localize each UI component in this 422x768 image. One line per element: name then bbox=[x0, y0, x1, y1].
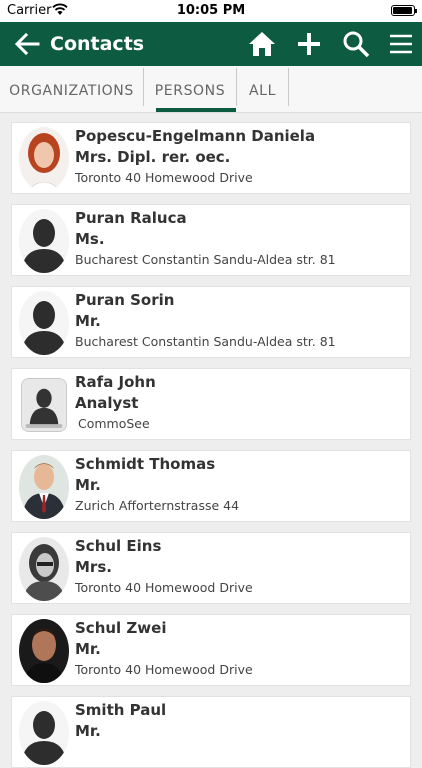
avatar bbox=[19, 455, 69, 519]
contact-name: Schmidt Thomas bbox=[75, 455, 216, 473]
contact-salutation: Ms. bbox=[75, 230, 105, 248]
contact-name: Popescu-Engelmann Daniela bbox=[75, 127, 316, 145]
contact-salutation: Mr. bbox=[75, 476, 101, 494]
tab-all[interactable]: ALL bbox=[237, 66, 288, 112]
tab-divider bbox=[288, 68, 289, 106]
contact-card[interactable]: Schul Eins Mrs. Toronto 40 Homewood Driv… bbox=[11, 532, 411, 604]
contact-salutation: Analyst bbox=[75, 394, 139, 412]
contact-address: Toronto 40 Homewood Drive bbox=[75, 580, 253, 595]
contact-salutation: Mrs. bbox=[75, 558, 112, 576]
contact-salutation: Mr. bbox=[75, 640, 101, 658]
page-title: Contacts bbox=[50, 33, 145, 55]
avatar-photo bbox=[19, 127, 69, 191]
silhouette-icon bbox=[19, 291, 69, 355]
battery-icon bbox=[391, 5, 417, 16]
contact-card[interactable]: Schmidt Thomas Mr. Zurich Afforternstras… bbox=[11, 450, 411, 522]
contact-name: Schul Eins bbox=[75, 537, 162, 555]
contact-salutation: Mr. bbox=[75, 312, 101, 330]
contact-name: Rafa John bbox=[75, 373, 156, 391]
contact-name: Smith Paul bbox=[75, 701, 167, 719]
contact-address: Bucharest Constantin Sandu-Aldea str. 81 bbox=[75, 334, 336, 349]
silhouette-icon bbox=[19, 701, 69, 765]
avatar-photo bbox=[19, 619, 69, 683]
menu-icon[interactable] bbox=[387, 30, 415, 58]
avatar bbox=[19, 209, 69, 273]
contact-card-icon bbox=[22, 379, 66, 431]
contact-card[interactable]: Smith Paul Mr. bbox=[11, 696, 411, 768]
plus-icon[interactable] bbox=[295, 30, 323, 58]
contact-name: Puran Sorin bbox=[75, 291, 175, 309]
avatar bbox=[19, 291, 69, 355]
avatar bbox=[19, 537, 69, 601]
avatar bbox=[21, 378, 67, 432]
avatar-photo bbox=[19, 455, 69, 519]
contact-card[interactable]: Schul Zwei Mr. Toronto 40 Homewood Drive bbox=[11, 614, 411, 686]
tab-organizations[interactable]: ORGANIZATIONS bbox=[0, 66, 143, 112]
avatar-photo bbox=[19, 537, 69, 601]
nav-bar: Contacts bbox=[0, 22, 422, 66]
contact-card[interactable]: Puran Raluca Ms. Bucharest Constantin Sa… bbox=[11, 204, 411, 276]
contact-name: Puran Raluca bbox=[75, 209, 187, 227]
contact-card[interactable]: Puran Sorin Mr. Bucharest Constantin San… bbox=[11, 286, 411, 358]
home-icon[interactable] bbox=[248, 30, 276, 58]
contact-salutation: Mrs. Dipl. rer. oec. bbox=[75, 148, 231, 166]
avatar bbox=[19, 619, 69, 683]
contact-card[interactable]: Popescu-Engelmann Daniela Mrs. Dipl. rer… bbox=[11, 122, 411, 194]
tab-persons[interactable]: PERSONS bbox=[144, 66, 236, 112]
avatar bbox=[19, 127, 69, 191]
contact-address: Zurich Afforternstrasse 44 bbox=[75, 498, 240, 513]
back-arrow-icon[interactable] bbox=[14, 32, 40, 56]
tab-bar: ORGANIZATIONS PERSONS ALL bbox=[0, 66, 422, 113]
contact-address: Toronto 40 Homewood Drive bbox=[75, 170, 253, 185]
contact-salutation: Mr. bbox=[75, 722, 101, 740]
search-icon[interactable] bbox=[342, 30, 370, 58]
contact-name: Schul Zwei bbox=[75, 619, 167, 637]
contact-card[interactable]: Rafa John Analyst CommoSee bbox=[11, 368, 411, 440]
status-bar: Carrier 10:05 PM bbox=[0, 0, 422, 22]
contact-address: Toronto 40 Homewood Drive bbox=[75, 662, 253, 677]
silhouette-icon bbox=[19, 209, 69, 273]
contact-address: CommoSee bbox=[78, 416, 150, 431]
contact-address: Bucharest Constantin Sandu-Aldea str. 81 bbox=[75, 252, 336, 267]
clock: 10:05 PM bbox=[176, 3, 246, 18]
avatar bbox=[19, 701, 69, 765]
